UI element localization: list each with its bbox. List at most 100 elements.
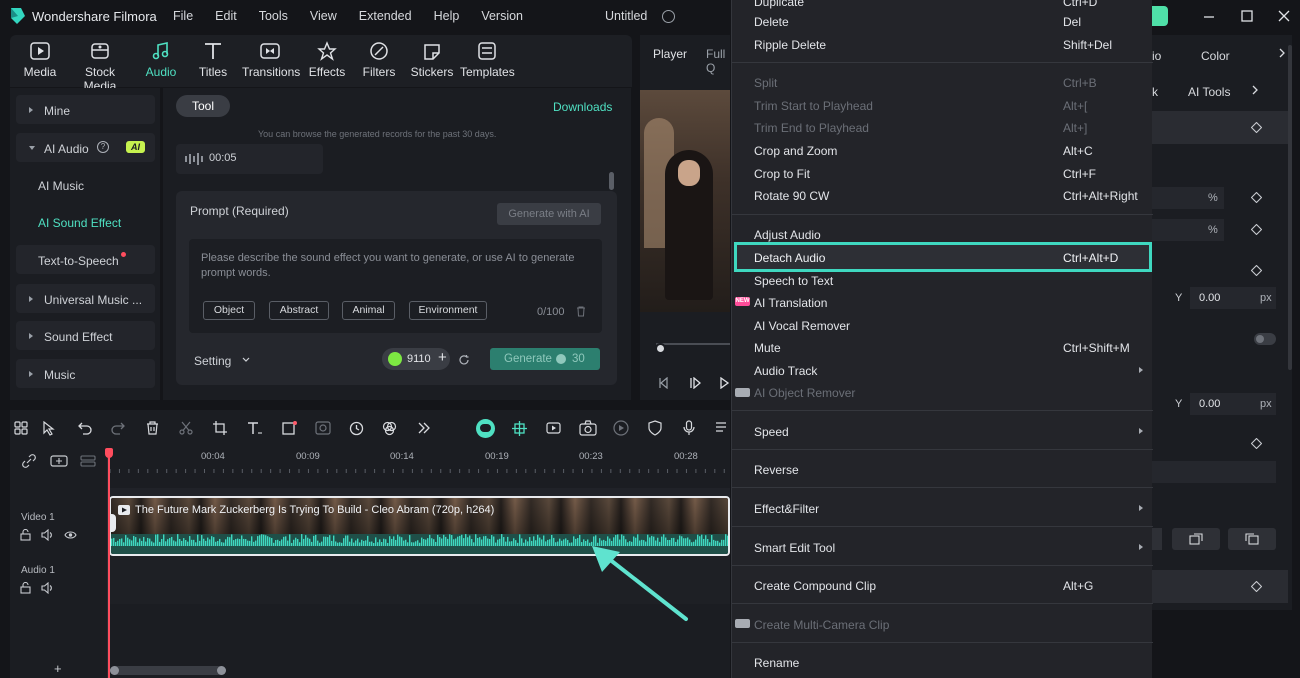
tab-color[interactable]: Color <box>1201 49 1230 63</box>
menu-item-ripple-delete[interactable]: Ripple Delete <box>754 38 826 52</box>
prompt-textarea[interactable]: Please describe the sound effect you wan… <box>189 239 602 333</box>
time-ruler[interactable]: 00:04 00:09 00:14 00:19 00:23 00:28 <box>108 448 730 478</box>
menu-item-reverse[interactable]: Reverse <box>754 463 799 477</box>
generate-button[interactable]: Generate 30 <box>490 348 600 370</box>
menu-item-smart-edit-tool[interactable]: Smart Edit Tool <box>754 541 835 555</box>
eye-icon[interactable] <box>64 530 77 540</box>
trash-icon[interactable] <box>576 306 586 317</box>
blend-mode-select[interactable] <box>1152 461 1276 483</box>
tab-audio[interactable]: Audio <box>144 41 178 79</box>
menu-item-crop-and-zoom[interactable]: Crop and Zoom <box>754 144 837 158</box>
menu-item-duplicate[interactable]: Duplicate <box>754 0 804 9</box>
maximize-icon[interactable] <box>1241 10 1253 22</box>
scrubber-handle[interactable] <box>655 343 666 354</box>
keyframe-icon[interactable] <box>1251 581 1262 592</box>
color-icon[interactable] <box>382 421 397 436</box>
tab-player[interactable]: Player <box>653 47 687 61</box>
menu-item-effect-filter[interactable]: Effect&Filter <box>754 502 819 516</box>
tab-ai-tools[interactable]: AI Tools <box>1188 85 1230 99</box>
menu-item-detach-audio[interactable]: Detach Audio Ctrl+Alt+D <box>734 242 1152 272</box>
tab-transitions[interactable]: Transitions <box>242 41 300 79</box>
menu-extended[interactable]: Extended <box>359 9 412 23</box>
menu-item-adjust-audio[interactable]: Adjust Audio <box>754 228 821 242</box>
sidebar-item-music[interactable]: Music <box>16 359 155 388</box>
credits-display[interactable]: 9110 + <box>382 348 450 370</box>
sidebar-item-text-to-speech[interactable]: Text-to-Speech <box>16 245 155 274</box>
tab-effects[interactable]: Effects <box>308 41 346 79</box>
setting-dropdown[interactable]: Setting <box>194 354 231 368</box>
menu-item-rotate[interactable]: Rotate 90 CW <box>754 189 829 203</box>
track-manager-icon[interactable] <box>80 455 96 467</box>
sidebar-item-sound-effect[interactable]: Sound Effect <box>16 321 155 350</box>
property-scrollbar[interactable] <box>1288 45 1292 370</box>
menu-item-create-compound-clip[interactable]: Create Compound Clip <box>754 579 876 593</box>
tab-audio-partial[interactable]: io <box>1152 49 1161 63</box>
menu-item-trim-end[interactable]: Trim End to Playhead <box>754 121 869 135</box>
shape-icon[interactable] <box>282 420 298 436</box>
account-badge[interactable] <box>1152 6 1168 26</box>
next-frame-icon[interactable] <box>720 377 730 389</box>
ai-copilot-icon[interactable] <box>476 419 495 438</box>
playhead[interactable] <box>108 448 110 678</box>
chip-animal[interactable]: Animal <box>342 301 395 320</box>
camera-icon[interactable] <box>579 420 597 436</box>
layout-grid-icon[interactable] <box>14 421 28 435</box>
select-tool-icon[interactable] <box>42 421 58 436</box>
menu-item-delete[interactable]: Delete <box>754 15 789 29</box>
link-icon[interactable] <box>22 454 36 468</box>
timeline-scrollbar[interactable] <box>110 666 226 675</box>
align-button[interactable] <box>1152 528 1162 550</box>
chevron-right-icon[interactable] <box>1279 48 1286 58</box>
microphone-icon[interactable] <box>683 420 695 436</box>
chip-environment[interactable]: Environment <box>409 301 487 320</box>
crop-icon[interactable] <box>213 421 227 435</box>
generate-with-ai-button[interactable]: Generate with AI <box>497 203 601 225</box>
more-tools-icon[interactable] <box>418 422 430 434</box>
menu-item-speed[interactable]: Speed <box>754 425 789 439</box>
undo-icon[interactable] <box>78 421 92 435</box>
chip-object[interactable]: Object <box>203 301 255 320</box>
keyframe-icon[interactable] <box>1251 265 1262 276</box>
toggle-switch[interactable] <box>1254 333 1276 345</box>
position-y-input[interactable]: 0.00 px <box>1190 393 1276 415</box>
menu-view[interactable]: View <box>310 9 337 23</box>
speaker-icon[interactable] <box>41 582 54 594</box>
chevron-right-icon[interactable] <box>1252 85 1259 95</box>
position-y-input[interactable]: 0.00 px <box>1190 287 1276 309</box>
property-section-header[interactable] <box>1152 570 1288 603</box>
keyframe-icon[interactable] <box>1251 192 1262 203</box>
tab-full-quality[interactable]: Full Q <box>706 47 730 75</box>
menu-edit[interactable]: Edit <box>215 9 237 23</box>
panel-scrollbar[interactable] <box>609 172 614 190</box>
tab-templates[interactable]: Templates <box>460 41 515 79</box>
menu-item-trim-start[interactable]: Trim Start to Playhead <box>754 99 873 113</box>
menu-item-speech-to-text[interactable]: Speech to Text <box>754 274 833 288</box>
menu-item-audio-track[interactable]: Audio Track <box>754 364 817 378</box>
speaker-icon[interactable] <box>41 529 54 541</box>
shield-icon[interactable] <box>648 420 662 436</box>
tab-tool[interactable]: Tool <box>176 95 230 117</box>
chevron-down-icon[interactable] <box>242 357 250 363</box>
tab-titles[interactable]: Titles <box>198 41 228 79</box>
menu-item-rename[interactable]: Rename <box>754 656 799 670</box>
property-section-header[interactable] <box>1152 111 1288 144</box>
auto-ripple-icon[interactable] <box>545 420 562 436</box>
lock-icon[interactable] <box>20 582 31 594</box>
downloads-link[interactable]: Downloads <box>553 100 612 114</box>
keyframe-icon[interactable] <box>1251 438 1262 449</box>
sidebar-item-universal-music[interactable]: Universal Music ... <box>16 284 155 313</box>
delete-icon[interactable] <box>146 421 159 435</box>
sidebar-item-ai-sound-effect[interactable]: AI Sound Effect <box>38 216 121 230</box>
tab-stock-media[interactable]: Stock Media <box>68 41 132 93</box>
add-track-icon[interactable] <box>50 455 68 467</box>
menu-tools[interactable]: Tools <box>259 9 288 23</box>
generated-record[interactable]: 00:05 <box>176 144 323 174</box>
chip-abstract[interactable]: Abstract <box>269 301 329 320</box>
cloud-status-icon[interactable] <box>662 10 675 23</box>
add-icon[interactable]: + <box>54 661 62 676</box>
mask-icon[interactable] <box>315 421 331 435</box>
menu-item-ai-object-remover[interactable]: AI Object Remover <box>754 386 855 400</box>
menu-item-crop-to-fit[interactable]: Crop to Fit <box>754 167 810 181</box>
tab-filters[interactable]: Filters <box>362 41 396 79</box>
align-button[interactable] <box>1172 528 1220 550</box>
